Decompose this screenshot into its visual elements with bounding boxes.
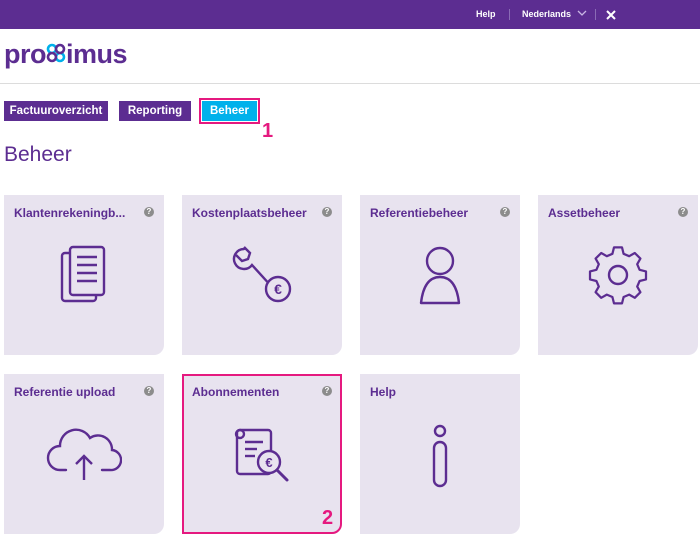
divider — [509, 9, 510, 20]
language-selector[interactable]: Nederlands — [522, 0, 587, 29]
logo-text-end: imus — [66, 39, 128, 69]
help-link[interactable]: Help — [476, 0, 496, 29]
gear-icon — [588, 245, 648, 310]
tile-label: Help — [370, 385, 397, 399]
help-icon[interactable]: ? — [322, 207, 332, 217]
tile-label: Kostenplaatsbeheer — [192, 206, 307, 220]
cloud-upload-icon — [46, 424, 123, 487]
help-icon[interactable]: ? — [500, 207, 510, 217]
logo-x-icon — [46, 43, 66, 63]
page-title: Beheer — [4, 143, 72, 166]
header: pro imus — [0, 29, 700, 84]
help-icon[interactable]: ? — [322, 386, 332, 396]
tile-assetbeheer[interactable]: Assetbeheer ? — [538, 195, 698, 355]
annotation-marker-2: 2 — [322, 507, 334, 529]
divider — [595, 9, 596, 20]
top-bar: Help Nederlands — [0, 0, 700, 29]
tile-help[interactable]: Help — [360, 374, 520, 534]
tile-klantenrekeningbeheer[interactable]: Klantenrekeningb... ? — [4, 195, 164, 355]
svg-text:€: € — [274, 281, 282, 297]
tile-kostenplaatsbeheer[interactable]: Kostenplaatsbeheer ? € — [182, 195, 342, 355]
proximus-logo[interactable]: pro imus — [4, 39, 128, 70]
chevron-down-icon — [577, 10, 587, 16]
person-icon — [418, 245, 462, 312]
tile-referentie-upload[interactable]: Referentie upload ? — [4, 374, 164, 534]
tile-label: Referentiebeheer — [370, 206, 469, 220]
help-icon[interactable]: ? — [678, 207, 688, 217]
logo-text-start: pro — [4, 39, 47, 69]
tile-abonnementen[interactable]: Abonnementen ? € 2 — [182, 374, 342, 534]
annotation-marker-1: 1 — [262, 120, 274, 142]
documents-icon — [60, 245, 108, 310]
invoice-search-icon: € — [231, 424, 293, 491]
tile-label: Assetbeheer — [548, 206, 621, 220]
language-label: Nederlands — [522, 9, 572, 19]
proximus-x-icon[interactable] — [606, 0, 616, 29]
tab-factuuroverzicht[interactable]: Factuuroverzicht — [4, 101, 108, 121]
help-icon[interactable]: ? — [144, 386, 154, 396]
tile-referentiebeheer[interactable]: Referentiebeheer ? — [360, 195, 520, 355]
tile-label: Referentie upload — [14, 385, 116, 399]
help-icon[interactable]: ? — [144, 207, 154, 217]
info-icon — [430, 424, 450, 495]
tab-beheer[interactable]: Beheer — [199, 98, 260, 124]
tab-bar: Factuuroverzicht Reporting Beheer — [0, 98, 700, 124]
tile-label: Klantenrekeningb... — [14, 206, 126, 220]
tile-label: Abonnementen — [192, 385, 280, 399]
svg-text:€: € — [265, 455, 272, 470]
tab-reporting[interactable]: Reporting — [119, 101, 191, 121]
wrench-euro-icon: € — [230, 245, 294, 312]
